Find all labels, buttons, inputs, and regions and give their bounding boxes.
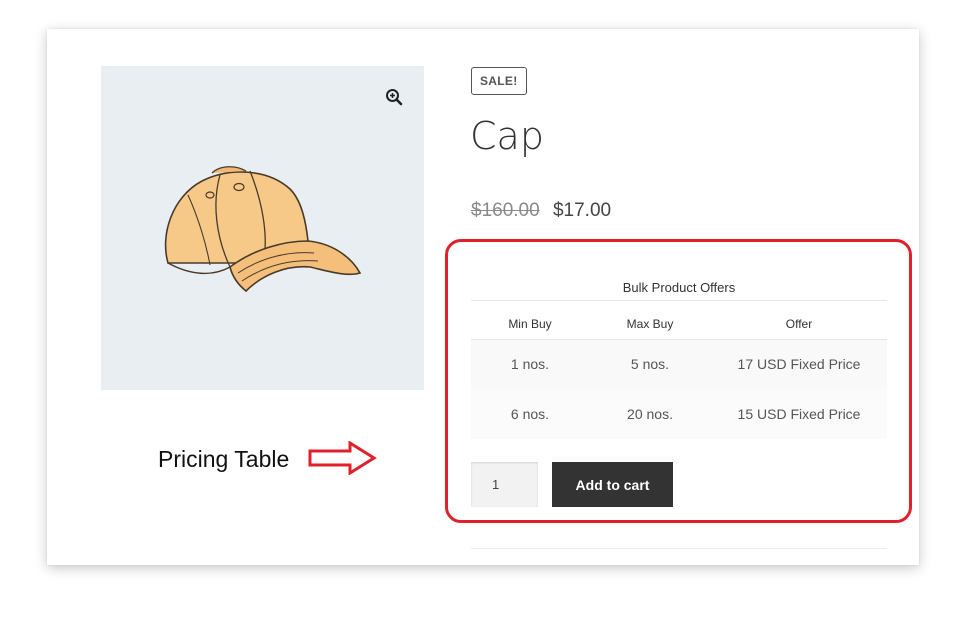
price-row: $160.00 $17.00 — [471, 198, 611, 224]
table-row: 6 nos. 20 nos. 15 USD Fixed Price — [471, 389, 887, 439]
original-price: $160.00 — [471, 200, 540, 221]
product-title: Cap — [470, 114, 544, 158]
table-header-row: Min Buy Max Buy Offer — [471, 310, 887, 340]
cell-min-buy: 6 nos. — [471, 389, 589, 439]
quantity-input[interactable] — [471, 462, 538, 507]
bulk-offers-title: Bulk Product Offers — [622, 280, 736, 295]
zoom-in-icon[interactable] — [385, 88, 403, 106]
table-row: 1 nos. 5 nos. 17 USD Fixed Price — [471, 339, 887, 389]
header-max-buy: Max Buy — [589, 310, 711, 340]
sale-price: $17.00 — [552, 200, 612, 221]
cell-max-buy: 5 nos. — [589, 339, 711, 389]
cell-offer: 15 USD Fixed Price — [711, 389, 887, 439]
pricing-table-annotation: Pricing Table — [158, 446, 290, 472]
cap-illustration — [164, 166, 362, 293]
sale-badge: SALE! — [471, 67, 527, 95]
offers-divider — [471, 300, 887, 301]
cell-max-buy: 20 nos. — [589, 389, 711, 439]
add-to-cart-button[interactable]: Add to cart — [552, 462, 673, 507]
bottom-divider — [471, 548, 887, 549]
header-min-buy: Min Buy — [471, 310, 589, 340]
cell-min-buy: 1 nos. — [471, 339, 589, 389]
header-offer: Offer — [711, 310, 887, 340]
bulk-offers-table: Min Buy Max Buy Offer 1 nos. 5 nos. 17 U… — [471, 310, 887, 439]
cell-offer: 17 USD Fixed Price — [711, 339, 887, 389]
right-arrow-icon — [308, 441, 377, 475]
